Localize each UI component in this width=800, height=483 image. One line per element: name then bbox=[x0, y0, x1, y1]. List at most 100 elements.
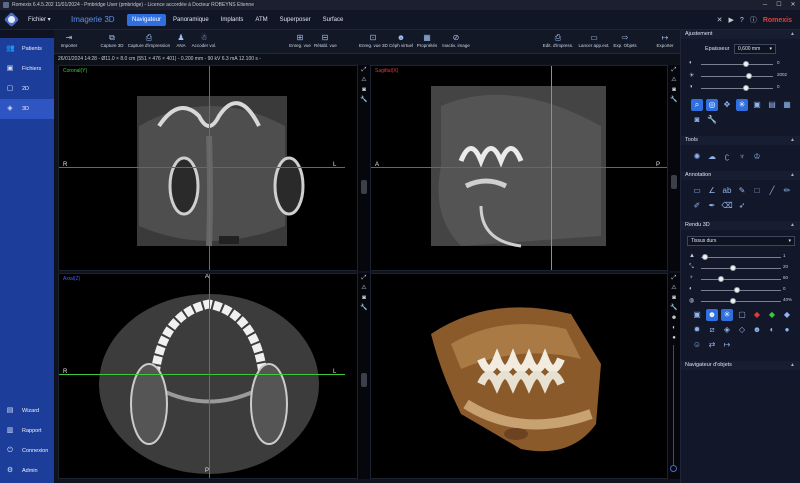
contrast-slider[interactable]: ◐ 0 bbox=[689, 59, 789, 69]
capture-impression-button[interactable]: ⎙ Capture d'impression bbox=[126, 33, 172, 53]
face-icon[interactable]: ☺ bbox=[691, 339, 703, 351]
sidebar-item-connexion[interactable]: ⏻ Connexion bbox=[0, 441, 54, 461]
window-level-icon[interactable]: ◎ bbox=[706, 99, 718, 111]
clip-icon[interactable]: ◇ bbox=[736, 324, 748, 336]
rotation-handle[interactable] bbox=[670, 465, 677, 472]
viewport-sagittal[interactable]: Sagittal(X) A P bbox=[370, 65, 668, 271]
close-window-button[interactable]: ✕ bbox=[786, 0, 800, 10]
ruler-icon[interactable]: ▭ bbox=[691, 185, 703, 197]
head-side-icon[interactable]: ◐ bbox=[668, 323, 680, 333]
viewport-3d[interactable] bbox=[370, 273, 668, 479]
sidebar-item-admin[interactable]: ⚙ Admin bbox=[0, 461, 54, 481]
wrench-icon[interactable]: 🔧 bbox=[358, 303, 370, 313]
render-slider-1[interactable]: ▲ 1 bbox=[689, 252, 793, 262]
enreg-vue-button[interactable]: ⊞ Enreg. vue bbox=[289, 33, 311, 53]
info-icon[interactable]: ⓘ bbox=[750, 15, 757, 25]
sidebar-item-fichiers[interactable]: ▣ Fichiers bbox=[0, 59, 54, 79]
sparkle-icon[interactable]: ✺ bbox=[691, 151, 703, 163]
warning-icon[interactable]: ⚠ bbox=[358, 283, 370, 293]
angle-icon[interactable]: ∠ bbox=[706, 185, 718, 197]
tooth-icon[interactable]: ♆ bbox=[736, 151, 748, 163]
accoder-vol-button[interactable]: ☃ Accoder vol. bbox=[191, 33, 217, 53]
tab-navigateur[interactable]: Navigateur bbox=[127, 14, 167, 26]
wrench-icon[interactable]: 🔧 bbox=[358, 95, 370, 105]
grid-icon[interactable]: ▦ bbox=[781, 99, 793, 111]
transfer-icon[interactable]: ⇄ bbox=[706, 339, 718, 351]
slice-scrollbar[interactable] bbox=[361, 180, 367, 194]
pen-icon[interactable]: ✏ bbox=[781, 185, 793, 197]
render-slider-5[interactable]: ◍ 40% bbox=[689, 296, 793, 306]
implant-icon[interactable]: ♔ bbox=[751, 151, 763, 163]
wrench-icon[interactable]: 🔧 bbox=[668, 95, 680, 105]
sidebar-item-2d[interactable]: ▢ 2D bbox=[0, 79, 54, 99]
eraser-icon[interactable]: ⌫ bbox=[721, 200, 733, 212]
export-icon[interactable]: ↦ bbox=[721, 339, 733, 351]
head-icon[interactable]: ☻ bbox=[668, 313, 680, 323]
importer-button[interactable]: ⇥ Importer bbox=[58, 33, 80, 53]
retabl-vue-button[interactable]: ⊟ Rétabl. vue bbox=[314, 33, 337, 53]
capture-3d-button[interactable]: ⧉ Capture 3D bbox=[99, 33, 125, 53]
slider-knob[interactable] bbox=[742, 85, 749, 91]
slider-knob[interactable] bbox=[734, 287, 740, 293]
maximize-icon[interactable]: ⤢ bbox=[668, 65, 680, 75]
camera-icon[interactable]: ◙ bbox=[668, 85, 680, 95]
wrench-icon[interactable]: 🔧 bbox=[706, 114, 718, 126]
brush-icon[interactable]: ✐ bbox=[691, 200, 703, 212]
sphere-icon[interactable]: ● bbox=[781, 324, 793, 336]
plane-red-icon[interactable]: ◆ bbox=[751, 309, 763, 321]
render-slider-3[interactable]: ♆ 60 bbox=[689, 274, 793, 284]
lancer-app-ext-button[interactable]: ▭ Lancer app.ext. bbox=[577, 33, 611, 53]
enreg-vue-3d-button[interactable]: ⊡ Enreg. vue 3D bbox=[359, 33, 388, 53]
camera-icon[interactable]: ◙ bbox=[668, 293, 680, 303]
gear-icon[interactable]: ✹ bbox=[691, 324, 703, 336]
maximize-icon[interactable]: ⤢ bbox=[358, 65, 370, 75]
cube-icon[interactable]: ◈ bbox=[721, 324, 733, 336]
render-preset-select[interactable]: Tissus durs ▾ bbox=[687, 236, 795, 246]
viewport-coronal[interactable]: Coronal(Y) R L bbox=[58, 65, 358, 271]
slash-icon[interactable]: ⧄ bbox=[706, 324, 718, 336]
sidebar-item-rapport[interactable]: ▥ Rapport bbox=[0, 421, 54, 441]
minimize-button[interactable]: ─ bbox=[758, 0, 772, 10]
annotation-header[interactable]: Annotation ▲ bbox=[681, 171, 800, 180]
proprietes-button[interactable]: ▦ Propriétés bbox=[415, 33, 439, 53]
skull-icon[interactable]: ☻ bbox=[751, 324, 763, 336]
slider-knob[interactable] bbox=[730, 298, 736, 304]
help-icon[interactable]: ? bbox=[740, 17, 744, 24]
tab-atm[interactable]: ATM bbox=[250, 14, 272, 26]
maximize-icon[interactable]: ⤢ bbox=[358, 273, 370, 283]
slider-knob[interactable] bbox=[730, 265, 736, 271]
exporter-button[interactable]: ↦ Exporter bbox=[653, 33, 677, 53]
thickness-select[interactable]: 0,600 mm ▾ bbox=[734, 44, 776, 54]
slice-scrollbar[interactable] bbox=[361, 373, 367, 387]
line-icon[interactable]: ╱ bbox=[766, 185, 778, 197]
note-icon[interactable]: ✎ bbox=[736, 185, 748, 197]
slider-knob[interactable] bbox=[745, 73, 752, 79]
close-icon[interactable]: ✕ bbox=[717, 16, 723, 24]
ceph-virtuel-button[interactable]: ☻ Céph virtuel bbox=[387, 33, 415, 53]
filter-icon[interactable]: ▤ bbox=[766, 99, 778, 111]
sidebar-item-patients[interactable]: 👥 Patients bbox=[0, 39, 54, 59]
render-slider-2[interactable]: ⤡ 20 bbox=[689, 263, 793, 273]
render-slider-4[interactable]: ◐ 0 bbox=[689, 285, 793, 295]
maximize-button[interactable]: ☐ bbox=[772, 0, 786, 10]
head-icon[interactable]: ☻ bbox=[706, 309, 718, 321]
tab-implants[interactable]: Implants bbox=[216, 14, 249, 26]
crosshair-icon[interactable]: ✳ bbox=[736, 99, 748, 111]
camera-icon[interactable]: ◙ bbox=[358, 85, 370, 95]
image-icon[interactable]: ▣ bbox=[751, 99, 763, 111]
viewport-axial[interactable]: Axial(Z) A P R L bbox=[58, 273, 358, 479]
rendu-3d-header[interactable]: Rendu 3D ▲ bbox=[681, 221, 800, 230]
plane-blue-icon[interactable]: ◆ bbox=[781, 309, 793, 321]
rectangle-icon[interactable]: □ bbox=[751, 185, 763, 197]
brightness-slider[interactable]: ☀ 2002 bbox=[689, 71, 789, 81]
camera-icon[interactable]: ◙ bbox=[691, 114, 703, 126]
gamma-slider[interactable]: ◑ 0 bbox=[689, 83, 789, 93]
nerve-icon[interactable]: ʗ bbox=[721, 151, 733, 163]
warning-icon[interactable]: ⚠ bbox=[358, 75, 370, 85]
maximize-icon[interactable]: ⤢ bbox=[668, 273, 680, 283]
image-icon[interactable]: ▣ bbox=[691, 309, 703, 321]
ajustement-header[interactable]: Ajustement ▲ bbox=[681, 30, 800, 39]
zoom-icon[interactable]: ⌕ bbox=[691, 99, 703, 111]
tab-surface[interactable]: Surface bbox=[318, 14, 349, 26]
tab-panoramique[interactable]: Panoramique bbox=[168, 14, 214, 26]
